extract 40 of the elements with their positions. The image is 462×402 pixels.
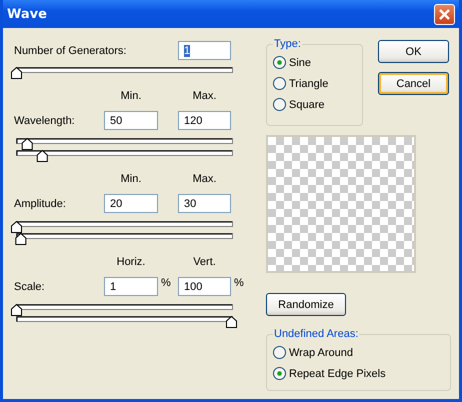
radio-option[interactable]: Wrap Around xyxy=(273,342,354,363)
unit-label: % xyxy=(160,277,172,289)
radio-option[interactable]: Triangle xyxy=(273,73,328,94)
dialog-button[interactable]: Cancel xyxy=(378,72,449,95)
radio-button[interactable] xyxy=(273,77,286,90)
column-header: Vert. xyxy=(192,256,217,268)
radio-option[interactable]: Square xyxy=(273,94,324,115)
input-field[interactable]: 50 xyxy=(104,111,158,130)
slider-thumb[interactable] xyxy=(226,316,237,328)
randomize-button[interactable]: Randomize xyxy=(266,293,346,316)
column-header: Min. xyxy=(120,173,142,185)
field-label: Scale: xyxy=(14,280,46,292)
field-label: Number of Generators: xyxy=(14,44,128,56)
window-title: Wave xyxy=(7,6,47,22)
group-title: Undefined Areas: xyxy=(273,328,360,340)
radio-button[interactable] xyxy=(273,56,286,69)
unit-label: % xyxy=(233,277,243,289)
input-field[interactable]: 120 xyxy=(178,111,231,130)
slider-thumb[interactable] xyxy=(11,304,22,316)
field-label: Wavelength: xyxy=(14,114,76,126)
radio-button[interactable] xyxy=(273,346,286,359)
close-icon[interactable] xyxy=(434,4,455,24)
slider-thumb[interactable] xyxy=(11,67,22,79)
slider-thumb[interactable] xyxy=(11,221,22,233)
input-field[interactable]: 1 xyxy=(178,41,231,60)
radio-option[interactable]: Sine xyxy=(273,52,312,73)
column-header: Min. xyxy=(120,90,142,102)
radio-option[interactable]: Repeat Edge Pixels xyxy=(273,363,386,384)
input-field[interactable]: 20 xyxy=(104,194,158,213)
column-header: Max. xyxy=(192,173,218,185)
radio-button[interactable] xyxy=(273,98,286,111)
column-header: Horiz. xyxy=(116,256,146,268)
input-field[interactable]: 100 xyxy=(178,277,231,296)
dialog-button[interactable]: OK xyxy=(378,40,449,63)
input-field[interactable]: 30 xyxy=(178,194,231,213)
radio-button[interactable] xyxy=(273,367,286,380)
group-title: Type: xyxy=(273,38,302,50)
field-label: Amplitude: xyxy=(14,198,67,210)
column-header: Max. xyxy=(192,90,218,102)
input-field[interactable]: 1 xyxy=(104,277,158,296)
